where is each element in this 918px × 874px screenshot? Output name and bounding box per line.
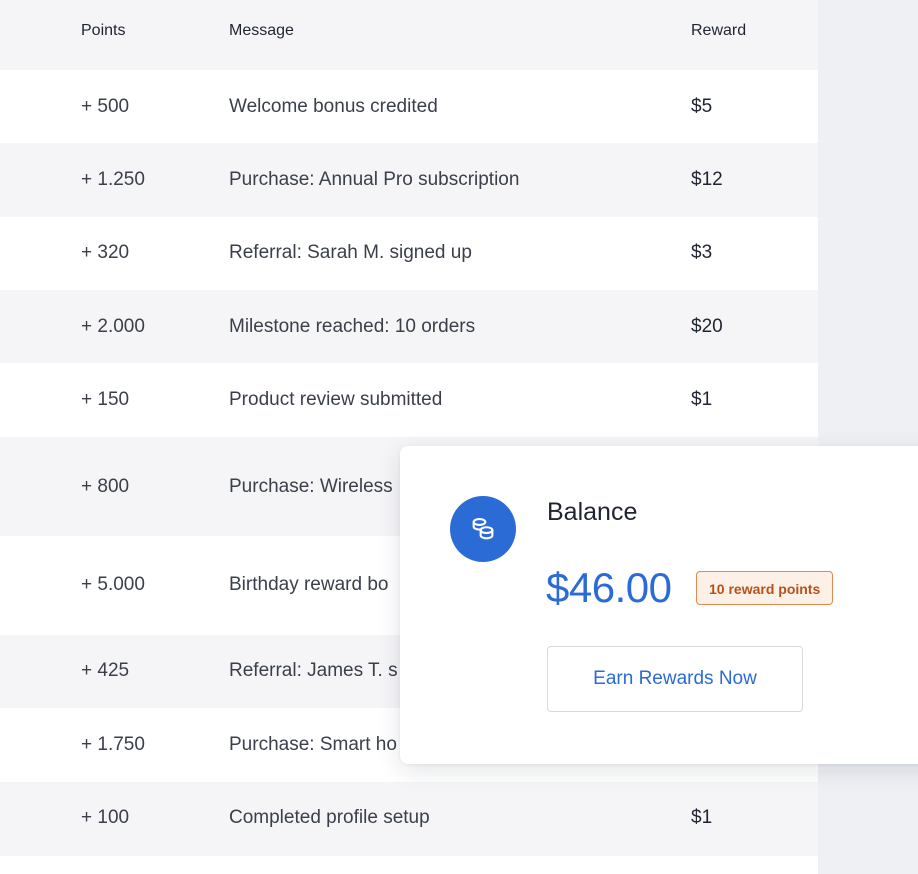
row-points: + 1.250: [81, 169, 145, 190]
row-reward: $1: [691, 807, 713, 828]
row-reward: $1: [691, 389, 713, 410]
balance-amount: $46.00: [546, 564, 672, 611]
row-reward: $5: [691, 96, 713, 117]
table-header: Points Message Reward: [0, 0, 818, 70]
table-row: [0, 856, 818, 874]
balance-card: Balance $46.00 10 reward points Earn Rew…: [400, 446, 918, 764]
row-message: Purchase: Annual Pro subscription: [229, 169, 520, 190]
row-points: + 320: [81, 242, 130, 263]
row-message: Purchase: Smart ho: [229, 734, 397, 755]
row-points: + 800: [81, 476, 130, 497]
header-message: Message: [229, 22, 294, 39]
row-points: + 425: [81, 660, 130, 681]
row-message: Referral: Sarah M. signed up: [229, 242, 472, 263]
row-reward: $20: [691, 316, 723, 337]
table-row: + 2.000 Milestone reached: 10 orders $20: [0, 290, 818, 363]
row-message: Product review submitted: [229, 389, 443, 410]
row-message: Welcome bonus credited: [229, 96, 438, 117]
row-points: + 150: [81, 389, 130, 410]
row-points: + 1.750: [81, 734, 145, 755]
table-row: + 320 Referral: Sarah M. signed up $3: [0, 217, 818, 290]
row-message: Purchase: Wireless: [229, 476, 393, 497]
table-row: + 500 Welcome bonus credited $5: [0, 70, 818, 143]
table-row: + 150 Product review submitted $1: [0, 363, 818, 437]
coins-icon: [450, 496, 516, 562]
balance-label: Balance: [547, 498, 638, 526]
table-row: + 100 Completed profile setup $1: [0, 782, 818, 856]
row-points: + 100: [81, 807, 130, 828]
header-points: Points: [81, 22, 126, 39]
row-message: Milestone reached: 10 orders: [229, 316, 476, 337]
row-reward: $12: [691, 169, 723, 190]
row-message: Referral: James T. s: [229, 660, 398, 681]
earn-rewards-button[interactable]: Earn Rewards Now: [547, 646, 803, 712]
row-points: + 2.000: [81, 316, 145, 337]
reward-points-badge: 10 reward points: [696, 571, 834, 605]
row-points: + 5.000: [81, 574, 145, 595]
row-message: Completed profile setup: [229, 807, 430, 828]
row-reward: $3: [691, 242, 713, 263]
row-points: + 500: [81, 96, 130, 117]
row-message: Birthday reward bo: [229, 574, 389, 595]
table-row: + 1.250 Purchase: Annual Pro subscriptio…: [0, 143, 818, 217]
header-reward: Reward: [691, 22, 747, 39]
